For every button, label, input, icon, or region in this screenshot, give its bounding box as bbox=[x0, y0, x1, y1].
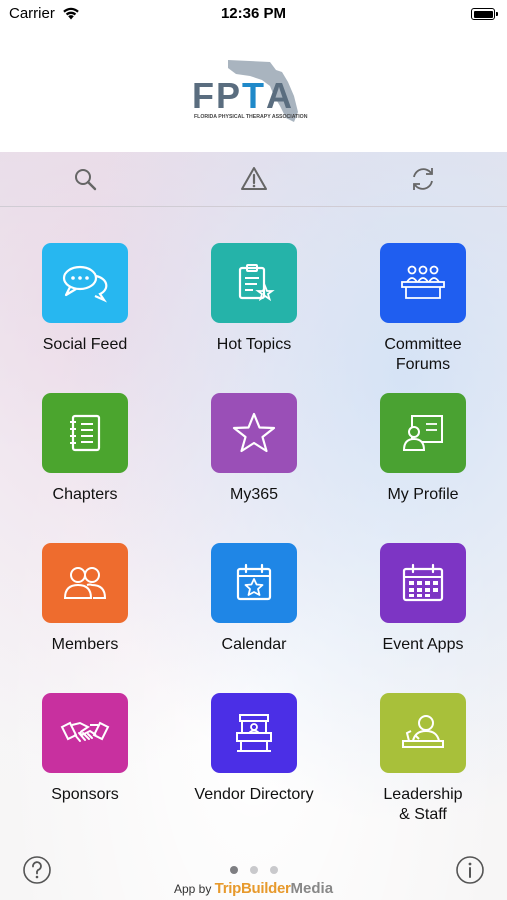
svg-text:T: T bbox=[242, 75, 264, 116]
tile-icon-box bbox=[380, 693, 466, 773]
clipboard-star-icon bbox=[238, 264, 275, 302]
fpta-logo: F P T A FLORIDA PHYSICAL THERAPY ASSOCIA… bbox=[192, 60, 308, 122]
svg-text:P: P bbox=[216, 75, 240, 116]
tile-label: Event Apps bbox=[382, 636, 464, 653]
star-icon bbox=[232, 412, 276, 453]
tile-leadership-staff[interactable]: Leadership & Staff bbox=[338, 693, 507, 825]
tile-label: Members bbox=[51, 636, 119, 653]
tile-label: Committee Forums bbox=[384, 336, 462, 373]
toolbar bbox=[0, 152, 507, 207]
tile-label: Sponsors bbox=[51, 786, 119, 803]
credit-brand-suffix: Media bbox=[290, 880, 334, 897]
app-credit[interactable]: App by TripBuilderMedia bbox=[0, 880, 507, 897]
tile-icon-box bbox=[380, 243, 466, 323]
credit-brand: TripBuilder bbox=[214, 880, 291, 897]
tile-label: My365 bbox=[229, 486, 279, 503]
tile-label: Hot Topics bbox=[216, 336, 292, 353]
battery-icon bbox=[471, 8, 498, 20]
tile-calendar[interactable]: Calendar bbox=[169, 543, 339, 655]
tile-sponsors[interactable]: Sponsors bbox=[0, 693, 170, 805]
svg-text:A: A bbox=[266, 75, 292, 116]
status-bar: Carrier 12:36 PM bbox=[0, 0, 507, 28]
svg-text:F: F bbox=[192, 75, 214, 116]
tile-icon-box bbox=[42, 243, 128, 323]
tile-icon-box bbox=[42, 543, 128, 623]
tile-label: Vendor Directory bbox=[194, 786, 314, 803]
people-icon bbox=[63, 567, 107, 599]
speaker-icon bbox=[402, 715, 444, 748]
tile-icon-box bbox=[211, 243, 297, 323]
tile-committee-forums[interactable]: Committee Forums bbox=[338, 243, 507, 375]
tile-icon-box bbox=[42, 393, 128, 473]
tile-label: My Profile bbox=[387, 486, 459, 503]
tile-icon-box bbox=[211, 693, 297, 773]
tile-icon-box bbox=[42, 693, 128, 773]
search-icon[interactable] bbox=[70, 164, 100, 194]
refresh-icon[interactable] bbox=[408, 164, 438, 194]
page-indicator[interactable] bbox=[228, 866, 288, 876]
calendar-star-icon bbox=[236, 563, 272, 601]
tile-hot-topics[interactable]: Hot Topics bbox=[169, 243, 339, 355]
alert-icon[interactable] bbox=[239, 164, 269, 194]
page-dot[interactable] bbox=[230, 866, 238, 874]
tile-my365[interactable]: My365 bbox=[169, 393, 339, 505]
credit-prefix: App by bbox=[173, 882, 212, 896]
page-dot[interactable] bbox=[250, 866, 258, 874]
tile-icon-box bbox=[380, 393, 466, 473]
tile-icon-box bbox=[211, 393, 297, 473]
tile-icon-box bbox=[380, 543, 466, 623]
handshake-icon bbox=[60, 721, 110, 742]
tile-members[interactable]: Members bbox=[0, 543, 170, 655]
page-dot[interactable] bbox=[270, 866, 278, 874]
svg-text:FLORIDA PHYSICAL THERAPY ASSOC: FLORIDA PHYSICAL THERAPY ASSOCIATION bbox=[194, 114, 308, 120]
calendar-grid-icon bbox=[402, 563, 444, 602]
chat-bubbles-icon bbox=[62, 265, 108, 303]
profile-card-icon bbox=[402, 415, 443, 451]
tile-vendor-directory[interactable]: Vendor Directory bbox=[169, 693, 339, 805]
tile-social-feed[interactable]: Social Feed bbox=[0, 243, 170, 355]
tile-event-apps[interactable]: Event Apps bbox=[338, 543, 507, 655]
panel-people-icon bbox=[401, 265, 445, 299]
tile-label: Social Feed bbox=[42, 336, 128, 353]
tile-label: Leadership & Staff bbox=[383, 786, 463, 823]
tile-chapters[interactable]: Chapters bbox=[0, 393, 170, 505]
header: F P T A FLORIDA PHYSICAL THERAPY ASSOCIA… bbox=[0, 28, 507, 152]
tile-my-profile[interactable]: My Profile bbox=[338, 393, 507, 505]
tile-icon-box bbox=[211, 543, 297, 623]
status-time: 12:36 PM bbox=[220, 5, 287, 22]
tile-label: Chapters bbox=[52, 486, 118, 503]
booth-icon bbox=[236, 714, 272, 752]
tile-label: Calendar bbox=[221, 636, 287, 653]
notebook-icon bbox=[70, 414, 101, 452]
